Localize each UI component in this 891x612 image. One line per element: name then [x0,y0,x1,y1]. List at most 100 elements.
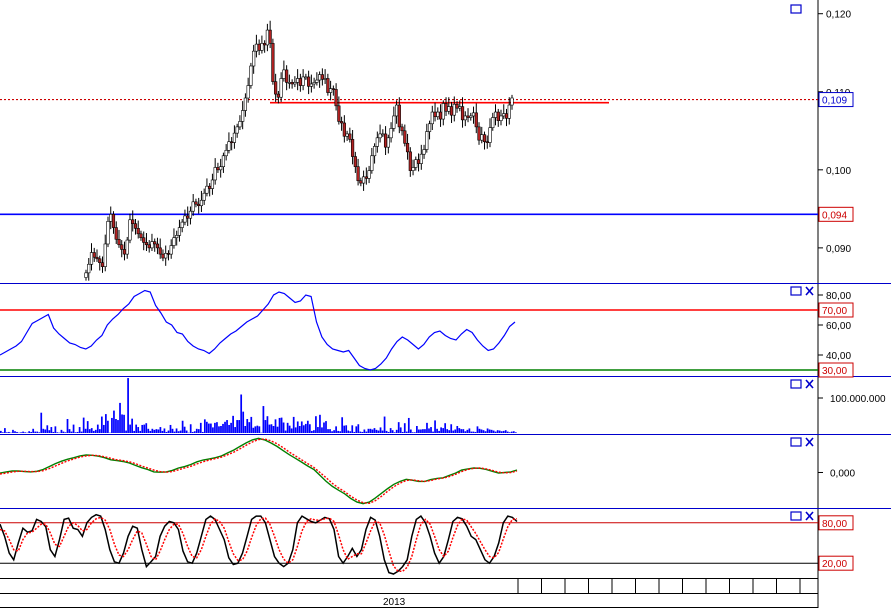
volume-bar [40,412,43,433]
close-icon[interactable] [805,379,814,389]
volume-bar [80,431,83,433]
volume-bar [345,425,348,433]
volume-bar [4,428,6,433]
volume-bar [284,430,287,433]
candle-body [131,219,135,224]
maximize-icon[interactable] [790,511,802,521]
volume-bar [54,426,57,433]
candle-body [197,203,201,207]
candle-body [235,126,239,134]
volume-bar [242,411,245,433]
candle-body [422,149,426,155]
candle-body [463,115,467,121]
volume-bar [70,431,73,433]
candle-body [230,141,234,144]
volume-bar [119,402,121,433]
volume-bar [14,431,16,433]
volume-bar [424,429,426,433]
volume-bar [444,423,447,433]
volume-bar [383,416,386,433]
volume-bar [399,427,402,433]
panel-controls[interactable] [790,4,814,521]
candle-body [414,159,418,168]
volume-bar [426,422,428,433]
volume-bar [169,424,172,433]
rsi-tick-label: 60,00 [826,321,851,332]
candle-body [177,227,182,236]
volume-bar [414,432,416,433]
volume-bar [502,430,505,433]
volume-bar [494,431,497,433]
candle-body [496,111,500,121]
candle-body [219,166,223,171]
candle-body [405,142,410,153]
candle-body [381,133,385,136]
close-icon[interactable] [805,286,814,296]
volume-bar [498,430,501,433]
candle-body [246,85,250,99]
volume-bar [165,431,168,433]
volume-bar [153,429,156,433]
volume-bar [474,431,477,433]
volume-bar [407,417,410,433]
candle-body [320,74,324,80]
volume-bar [56,432,59,433]
volume-bar [218,426,220,433]
candle-body [441,103,445,120]
volume-bar [486,428,489,433]
volume-bar [430,427,432,433]
volume-bar [282,422,285,433]
candle-body [265,29,269,46]
volume-bar [32,428,35,433]
close-icon[interactable] [805,437,814,447]
volume-bar [452,430,455,433]
volume-bar [367,428,370,433]
candle-body [232,132,237,143]
maximize-icon[interactable] [790,437,802,447]
close-icon[interactable] [805,511,814,521]
volume-bar [391,430,394,433]
candle-body [510,97,514,106]
stochastic-panel: 80,00 20,00 [0,513,854,575]
candle-body [282,69,286,79]
volume-bar [189,424,192,433]
volume-bar [212,427,214,433]
volume-bar [395,429,398,433]
volume-bar [405,431,408,433]
candle-body [345,133,349,137]
volume-bar [105,414,107,433]
candle-body [224,150,228,157]
maximize-icon[interactable] [790,379,802,389]
volume-bar [341,417,344,433]
candle-body [142,237,146,243]
candle-body [120,244,124,250]
volume-bar [123,414,125,433]
volume-bar [266,416,269,433]
volume-bar [88,429,91,433]
candle-body [392,115,396,129]
volume-bar [276,426,279,433]
volume-bar [60,429,63,433]
volume-bar [76,431,79,433]
volume-bar [504,430,507,433]
volume-bar [337,430,339,433]
volume-bar [393,432,396,433]
candle-body [337,105,341,122]
volume-bar [268,424,271,433]
volume-bar [167,430,170,433]
volume-bar [270,424,273,433]
volume-bar [327,429,329,433]
volume-bar [84,428,87,433]
candle-body [175,235,179,239]
volume-bar [179,430,182,433]
maximize-icon[interactable] [790,4,802,14]
volume-bar [248,422,251,433]
volume-bar [6,432,8,433]
maximize-icon[interactable] [790,286,802,296]
candle-body [304,76,308,79]
volume-bar [157,429,160,433]
volume-bar [250,416,253,433]
volume-bar [203,419,206,433]
price-panel: 0,1200,1100,1000,0900,1090,094 [0,10,854,281]
candle-body [361,176,366,184]
